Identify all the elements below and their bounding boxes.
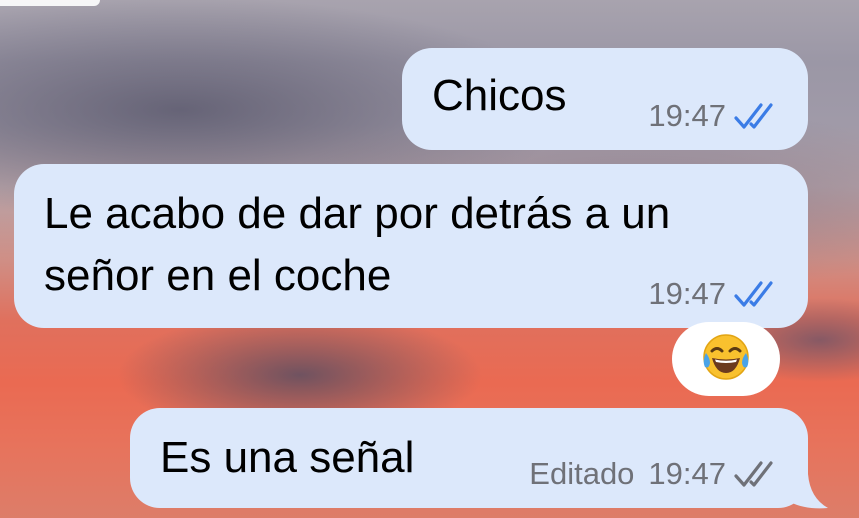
message-text: Chicos [432, 71, 567, 120]
message-bubble-2[interactable]: Le acabo de dar por detrás a un señor en… [14, 164, 808, 328]
bubble-tail [786, 474, 828, 509]
message-bubble-3[interactable]: Es una señal Editado 19:47 [130, 408, 808, 508]
message-meta: Editado 19:47 [529, 456, 780, 492]
double-check-read-icon [734, 279, 780, 309]
edited-label: Editado [529, 456, 635, 491]
message-text: Es una señal [160, 433, 415, 482]
message-time: 19:47 [648, 276, 726, 311]
message-time: 19:47 [648, 98, 726, 133]
face-with-tears-of-joy-icon [700, 331, 752, 388]
previous-message-edge [0, 0, 100, 6]
message-meta: 19:47 [648, 98, 780, 134]
message-text-line-2: señor en el coche [44, 251, 392, 300]
double-check-delivered-icon [734, 459, 780, 489]
message-reaction[interactable] [672, 322, 780, 396]
message-text-line-1: Le acabo de dar por detrás a un [44, 189, 671, 238]
message-meta: 19:47 [648, 276, 780, 312]
double-check-read-icon [734, 101, 780, 131]
message-time: 19:47 [648, 456, 726, 491]
message-bubble-1[interactable]: Chicos 19:47 [402, 48, 808, 150]
